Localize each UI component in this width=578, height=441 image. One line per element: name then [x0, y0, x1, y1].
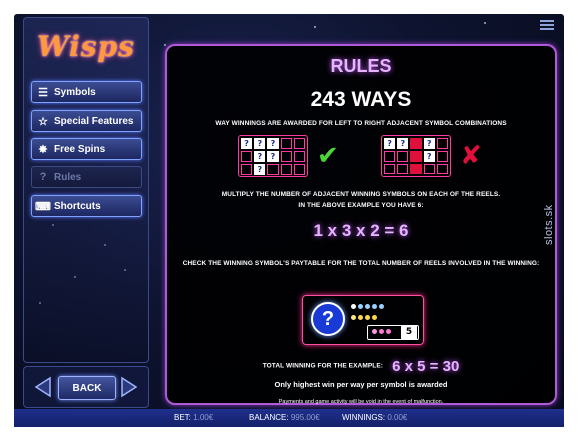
grid-cell: ?	[267, 151, 279, 162]
keyboard-icon: ⌨	[35, 200, 51, 213]
grid-cell	[280, 151, 292, 162]
rules-panel: RULES 243 WAYS WAY WINNINGS ARE AWARDED …	[165, 44, 557, 405]
grid-cell	[280, 164, 292, 175]
ways-title: 243 WAYS	[310, 88, 412, 111]
grid-cell	[293, 164, 305, 175]
winnings-display: WINNINGS: 0.00€	[342, 413, 408, 422]
paytable-row	[351, 315, 377, 321]
rule-text-adjacent: WAY WINNINGS ARE AWARDED FOR LEFT TO RIG…	[215, 120, 507, 127]
paytable-example: ? 5	[302, 295, 424, 345]
rules-title: RULES	[330, 56, 392, 76]
grid-cell: ?	[254, 138, 266, 149]
grid-cell	[241, 151, 253, 162]
paytable-row	[351, 304, 384, 310]
grid-cell	[397, 164, 409, 174]
star-decoration	[314, 26, 316, 28]
bet-value: 1.00€	[193, 413, 214, 422]
grid-cell	[436, 164, 448, 174]
paytable-row-highlight: 5	[367, 325, 419, 340]
arrow-right-icon[interactable]	[120, 376, 138, 398]
back-button[interactable]: BACK	[58, 376, 116, 400]
equation-ways: 1 x 3 x 2 = 6	[313, 221, 409, 240]
rule-text-multiply: MULTIPLY THE NUMBER OF ADJACENT WINNING …	[221, 191, 501, 198]
total-label: TOTAL WINNING FOR THE EXAMPLE:	[262, 362, 384, 370]
star-decoration	[164, 44, 166, 46]
balance-value: 995.00€	[290, 413, 320, 422]
grid-cell	[384, 164, 396, 174]
grid-cell	[241, 164, 253, 175]
nav-label: Shortcuts	[54, 200, 101, 212]
question-symbol-icon: ?	[311, 302, 345, 336]
grid-cell: ?	[397, 138, 409, 149]
star-decoration	[484, 22, 486, 24]
grid-cell	[436, 151, 448, 162]
grid-cell-missing	[410, 151, 422, 162]
grid-cell	[293, 151, 305, 162]
paytable-row	[372, 329, 391, 335]
list-icon: ☰	[38, 86, 48, 99]
grid-cell: ?	[254, 164, 266, 175]
check-icon: ✔	[317, 141, 339, 171]
total-winning-row: TOTAL WINNING FOR THE EXAMPLE: 6 x 5 = 3…	[167, 357, 555, 376]
note-highest-win: Only highest win per way per symbol is a…	[274, 380, 448, 389]
watermark: slots.sk	[543, 204, 555, 245]
grid-cell	[384, 151, 396, 162]
nav-label: Symbols	[54, 86, 96, 98]
nav-symbols-button[interactable]: ☰ Symbols	[31, 81, 142, 103]
grid-cell: ?	[254, 151, 266, 162]
example-grid-invalid: ? ? ? ?	[381, 135, 451, 177]
bottom-navigation: BACK	[23, 366, 149, 408]
burst-icon: ✸	[38, 143, 48, 156]
grid-cell-missing	[410, 138, 422, 149]
paytable-value: 5	[401, 326, 417, 339]
grid-cell	[423, 164, 435, 174]
nav-shortcuts-button[interactable]: ⌨ Shortcuts	[31, 195, 142, 217]
menu-icon[interactable]	[540, 18, 554, 30]
left-panel: Wisps ☰ Symbols ☆ Special Features ✸ Fre…	[23, 17, 149, 363]
star-icon: ☆	[38, 115, 48, 128]
rule-text-example: IN THE ABOVE EXAMPLE YOU HAVE 6:	[298, 202, 424, 209]
arrow-left-icon[interactable]	[34, 376, 52, 398]
nav-free-spins-button[interactable]: ✸ Free Spins	[31, 138, 142, 160]
grid-cell-missing	[410, 164, 422, 174]
cross-icon: ✘	[460, 141, 482, 171]
grid-cell: ?	[267, 138, 279, 149]
status-bar: BET: 1.00€ BALANCE: 995.00€ WINNINGS: 0.…	[14, 409, 564, 427]
nav-label: Free Spins	[54, 143, 106, 155]
nav-label: Special Features	[54, 115, 134, 127]
rule-text-paytable: CHECK THE WINNING SYMBOL'S PAYTABLE FOR …	[182, 260, 540, 267]
game-frame: Wisps ☰ Symbols ☆ Special Features ✸ Fre…	[14, 14, 564, 427]
grid-cell	[280, 138, 292, 149]
grid-cell: ?	[241, 138, 253, 149]
game-logo: Wisps	[37, 30, 135, 63]
bet-display: BET: 1.00€	[174, 413, 214, 422]
grid-cell	[436, 138, 448, 149]
nav-rules-button[interactable]: ? Rules	[31, 166, 142, 188]
grid-cell	[293, 138, 305, 149]
winnings-value: 0.00€	[387, 413, 408, 422]
question-icon: ?	[39, 171, 47, 183]
nav-label: Rules	[54, 171, 82, 183]
grid-cell	[267, 164, 279, 175]
grid-cell: ?	[423, 151, 435, 162]
grid-cell: ?	[423, 138, 435, 149]
balance-display: BALANCE: 995.00€	[249, 413, 320, 422]
nav-special-features-button[interactable]: ☆ Special Features	[31, 110, 142, 132]
example-grid-valid: ? ? ? ? ? ?	[238, 135, 308, 177]
grid-cell	[397, 151, 409, 162]
note-malfunction: Payments and game activity will be void …	[278, 399, 444, 405]
grid-cell: ?	[384, 138, 396, 149]
total-value: 6 x 5 = 30	[392, 357, 460, 375]
